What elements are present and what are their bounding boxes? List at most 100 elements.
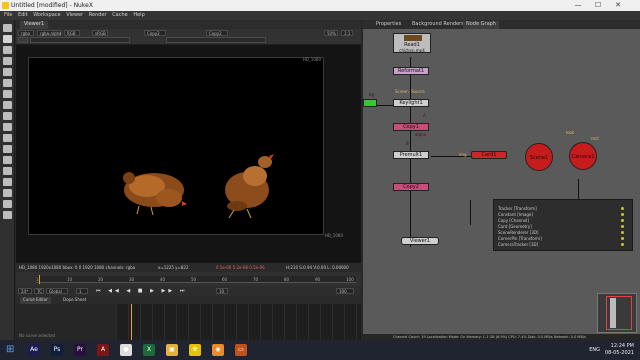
menu-viewer[interactable]: Viewer <box>66 12 83 18</box>
draw-tool-icon[interactable] <box>3 35 12 43</box>
other-tool-icon[interactable] <box>3 178 12 186</box>
app-icon[interactable]: ▭ <box>235 344 247 356</box>
clock-time: 12:24 PM <box>610 343 634 349</box>
viewer-frame[interactable]: HD_1080 HD_1080 <box>28 57 343 238</box>
ae-icon[interactable]: Ae <box>28 344 40 356</box>
fps-field[interactable]: 24* <box>18 288 32 294</box>
tab-background-renders[interactable]: Background Renders <box>409 21 467 29</box>
merge-tool-icon[interactable] <box>3 101 12 109</box>
step-field[interactable]: 10 <box>216 288 228 294</box>
toolset-item[interactable]: Tracker [Transform] <box>498 206 537 211</box>
viewer-controls: rgba rgba.alpha RGB sRGB Copy2 Copy2 50%… <box>16 29 361 45</box>
toolsets-tool-icon[interactable] <box>3 200 12 208</box>
toolset-item[interactable]: Card [Geometry] <box>498 224 532 229</box>
excel-icon[interactable]: X <box>143 344 155 356</box>
particles-tool-icon[interactable] <box>3 156 12 164</box>
tab-properties[interactable]: Properties <box>373 21 404 29</box>
lut-select[interactable]: sRGB <box>92 30 108 36</box>
gain-icon[interactable] <box>18 37 28 43</box>
minimap-viewport[interactable] <box>606 296 632 330</box>
acrobat-icon[interactable]: A <box>97 344 109 356</box>
views-tool-icon[interactable] <box>3 134 12 142</box>
premult-node[interactable]: Premult1 <box>393 151 429 159</box>
colorspace-select[interactable]: RGB <box>64 30 80 36</box>
files-icon[interactable]: ▣ <box>166 344 178 356</box>
bg-node[interactable] <box>363 99 377 107</box>
furnace-tool-icon[interactable] <box>3 189 12 197</box>
metadata-tool-icon[interactable] <box>3 145 12 153</box>
curve-grid[interactable] <box>116 304 361 340</box>
reformat-node[interactable]: Reformat1 <box>393 67 429 75</box>
channels-select[interactable]: rgba <box>18 30 34 36</box>
tab-viewer[interactable]: Viewer1 <box>20 21 49 29</box>
input-a-select[interactable]: Copy2 <box>144 30 166 36</box>
menu-workspace[interactable]: Workspace <box>33 12 60 18</box>
transform-tool-icon[interactable] <box>3 112 12 120</box>
nuke-app-icon <box>2 2 9 9</box>
keyer-tool-icon[interactable] <box>3 90 12 98</box>
color-tool-icon[interactable] <box>3 68 12 76</box>
tab-node-graph[interactable]: Node Graph <box>463 21 499 29</box>
viewer-tab-bar: Viewer1 <box>16 20 361 29</box>
scene-node[interactable]: Scene1 <box>525 143 553 171</box>
gizmo-tool-icon[interactable] <box>3 211 12 219</box>
close-button[interactable]: ✕ <box>612 1 624 9</box>
menu-cache[interactable]: Cache <box>112 12 128 18</box>
window-title: Untitled [modified] - NukeX <box>11 2 93 9</box>
copy1-node[interactable]: Copy1 <box>393 123 429 131</box>
ps-icon[interactable]: Ps <box>51 344 63 356</box>
viewer-status-bar: HD_1080 1920x1080 bbox: 0 0 1920 1080 ch… <box>16 263 361 272</box>
camera-node[interactable]: Camera1 <box>569 142 597 170</box>
range-select[interactable]: Global <box>46 288 68 294</box>
menu-edit[interactable]: Edit <box>18 12 28 18</box>
menu-help[interactable]: Help <box>133 12 144 18</box>
chrome-icon[interactable]: ● <box>120 344 132 356</box>
gain-slider[interactable] <box>30 37 130 43</box>
blender-icon[interactable]: ◉ <box>212 344 224 356</box>
channel-tool-icon[interactable] <box>3 57 12 65</box>
node-graph[interactable]: Read1 chicken.mp4 Reformat1 Screen Sourc… <box>363 29 640 334</box>
toolset-list[interactable]: Tracker [Transform] Constant [Image] Copy … <box>493 199 633 251</box>
copy2-node[interactable]: Copy2 <box>393 183 429 191</box>
alpha-select[interactable]: rgba.alpha <box>37 30 61 36</box>
menu-file[interactable]: File <box>4 12 12 18</box>
keylight-node[interactable]: Keylight1 <box>393 99 429 107</box>
toolset-item[interactable]: SceneRenderer [3D] <box>498 230 538 235</box>
end-frame-field[interactable]: 100 <box>336 288 354 294</box>
nuke-icon[interactable]: ☢ <box>189 344 201 356</box>
wire-camera <box>578 179 579 199</box>
time-tool-icon[interactable] <box>3 46 12 54</box>
image-tool-icon[interactable] <box>3 24 12 32</box>
clock[interactable]: ENG 12:24 PM 08-05-2021 <box>589 343 634 357</box>
windows-start-icon[interactable]: ⊞ <box>6 345 16 355</box>
playback-buttons[interactable]: ⏮ ◀◀ ◀ ■ ▶ ▶▶ ⏭ <box>96 288 187 294</box>
language-indicator[interactable]: ENG <box>589 347 600 354</box>
current-frame-field[interactable]: 1 <box>76 288 88 294</box>
zoom-select[interactable]: 50% <box>324 30 338 36</box>
toolset-item[interactable]: Constant [Image] <box>498 212 533 217</box>
read-node[interactable]: Read1 chicken.mp4 <box>393 33 431 53</box>
maximize-button[interactable]: ☐ <box>592 1 604 9</box>
tab-curve-editor[interactable]: Curve Editor <box>20 297 51 304</box>
read-sublabel: chicken.mp4 <box>399 48 425 53</box>
tab-dope-sheet[interactable]: Dope Sheet <box>60 297 89 304</box>
timecode-mode[interactable]: TC <box>34 288 44 294</box>
deep-tool-icon[interactable] <box>3 167 12 175</box>
viewer-node[interactable]: Viewer1 <box>401 237 439 245</box>
pr-icon[interactable]: Pr <box>74 344 86 356</box>
curve-tabs: Curve Editor Dope Sheet <box>16 296 361 304</box>
toolset-item[interactable]: Copy [Channel] <box>498 218 529 223</box>
curve-editor[interactable]: No curve selected <box>16 304 361 340</box>
filter-tool-icon[interactable] <box>3 79 12 87</box>
label-b: B <box>406 141 409 146</box>
node-graph-minimap[interactable] <box>597 293 637 333</box>
toolset-item[interactable]: CornerPin [Transform] <box>498 236 542 241</box>
ratio-select[interactable]: 1:1 <box>341 30 353 36</box>
toolset-item[interactable]: CameraTracker [3D] <box>498 242 538 247</box>
input-b-select[interactable]: Copy2 <box>206 30 228 36</box>
gamma-slider[interactable] <box>166 37 266 43</box>
menu-render[interactable]: Render <box>89 12 107 18</box>
3d-tool-icon[interactable] <box>3 123 12 131</box>
card-node[interactable]: Card1 <box>471 151 507 159</box>
minimize-button[interactable]: — <box>572 1 584 9</box>
